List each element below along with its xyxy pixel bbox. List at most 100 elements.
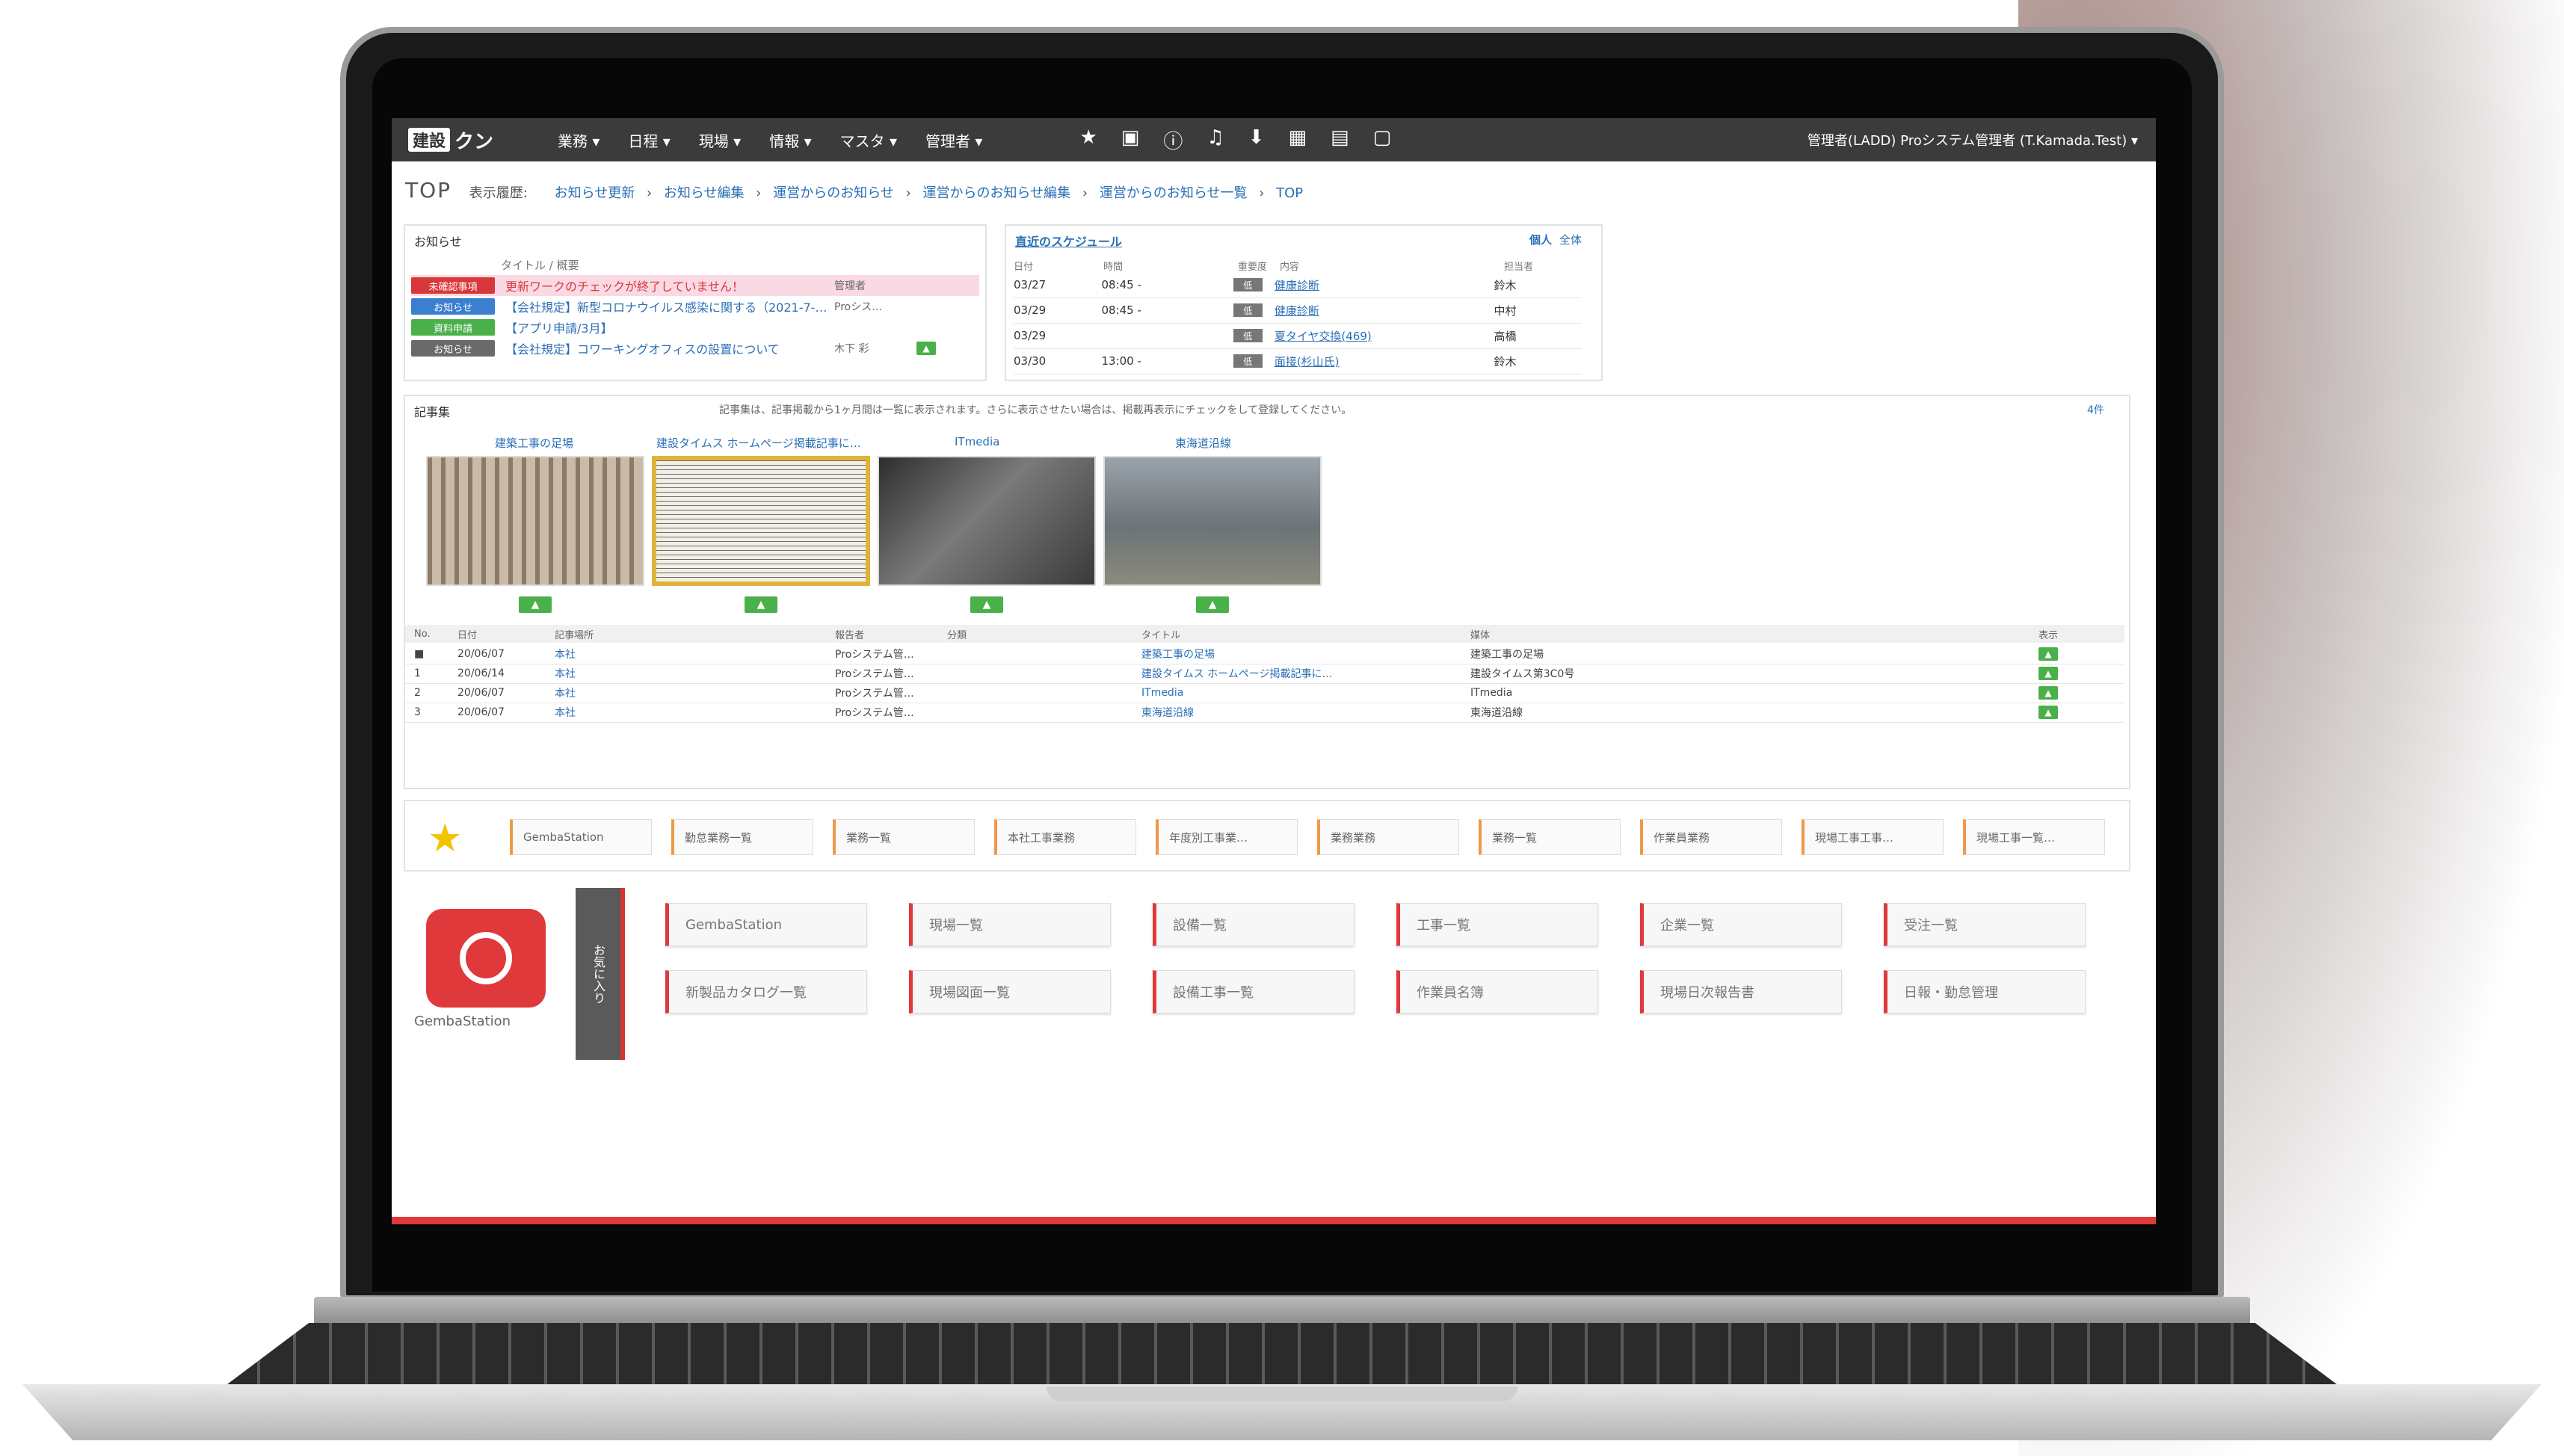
quicklink-button[interactable]: 受注一覧 — [1884, 903, 2086, 946]
article-photo-newspaper[interactable] — [652, 456, 870, 586]
article-photo-city[interactable] — [1103, 456, 1322, 586]
menu-admin[interactable]: 管理者 ▾ — [925, 129, 982, 151]
schedule-col-person: 担当者 — [1504, 262, 1534, 273]
article-row[interactable]: ■ 20/06/07 本社 Proシステム管… 建築工事の足場 建築工事の足場 … — [405, 644, 2124, 664]
favorite-item[interactable]: 勤怠業務一覧 — [671, 819, 813, 855]
upload-icon[interactable]: ▲ — [916, 342, 936, 355]
user-menu[interactable]: 管理者(LADD) Proシステム管理者 (T.Kamada.Test) ▾ — [1808, 130, 2138, 149]
thumb-title[interactable]: 建設タイムス ホームページ掲載記事に… — [656, 435, 861, 451]
notice-badge: 資料申請 — [411, 319, 495, 336]
notice-title[interactable]: 【会社規定】新型コロナウイルス感染に関する（2021-7-… — [505, 297, 834, 315]
articles-count: 4件 — [2087, 404, 2104, 416]
row-title[interactable]: 東海道沿線 — [1141, 705, 1470, 720]
notice-row[interactable]: 未確認事項 更新ワークのチェックが終了していません！ 管理者 — [411, 275, 979, 296]
thumb-title[interactable]: ITmedia — [955, 435, 999, 448]
upload-icon[interactable]: ▲ — [2038, 706, 2058, 719]
notice-title[interactable]: 【会社規定】コワーキングオフィスの設置について — [505, 339, 834, 357]
download-icon[interactable]: ⬇ — [1248, 126, 1265, 154]
schedule-content[interactable]: 面接(杉山氏) — [1275, 354, 1494, 369]
article-row[interactable]: 1 20/06/14 本社 Proシステム管… 建設タイムス ホームページ掲載記… — [405, 664, 2124, 684]
quicklink-button[interactable]: 日報・勤怠管理 — [1884, 970, 2086, 1014]
row-place[interactable]: 本社 — [555, 647, 835, 661]
notice-row[interactable]: お知らせ 【会社規定】新型コロナウイルス感染に関する（2021-7-… Proシ… — [411, 296, 979, 317]
notice-row[interactable]: お知らせ 【会社規定】コワーキングオフィスの設置について 木下 彩 ▲ — [411, 338, 979, 359]
breadcrumb-link[interactable]: 運営からのお知らせ一覧 — [1100, 185, 1248, 201]
schedule-content[interactable]: 夏タイヤ交換(469) — [1275, 328, 1494, 344]
board-icon[interactable]: ▣ — [1121, 126, 1140, 154]
gembastation-logo[interactable] — [426, 909, 546, 1008]
star-icon[interactable]: ★ — [1079, 126, 1097, 154]
article-row[interactable]: 3 20/06/07 本社 Proシステム管… 東海道沿線 東海道沿線 ▲ — [405, 703, 2124, 723]
thumb-title[interactable]: 東海道沿線 — [1175, 435, 1231, 451]
upload-icon[interactable]: ▲ — [2038, 647, 2058, 661]
bell-icon[interactable]: ♫ — [1207, 126, 1224, 154]
article-row[interactable]: 2 20/06/07 本社 Proシステム管… ITmedia ITmedia … — [405, 683, 2124, 703]
quicklink-button[interactable]: 現場一覧 — [909, 903, 1111, 946]
quicklink-button[interactable]: 新製品カタログ一覧 — [665, 970, 867, 1014]
row-title[interactable]: 建築工事の足場 — [1141, 647, 1470, 661]
notice-title[interactable]: 更新ワークのチェックが終了していません！ — [505, 277, 834, 294]
row-place[interactable]: 本社 — [555, 666, 835, 681]
notice-row[interactable]: 資料申請 【アプリ申請/3月】 — [411, 317, 979, 338]
breadcrumb-link[interactable]: TOP — [1276, 185, 1303, 201]
quicklink-button[interactable]: 現場図面一覧 — [909, 970, 1111, 1014]
page-title: TOP — [405, 178, 452, 203]
row-title[interactable]: ITmedia — [1141, 687, 1470, 699]
schedule-toggle-all[interactable]: 全体 — [1559, 232, 1582, 247]
menu-business[interactable]: 業務 ▾ — [558, 129, 600, 151]
breadcrumb-link[interactable]: 運営からのお知らせ編集 — [923, 185, 1071, 201]
document-icon[interactable]: ▤ — [1331, 126, 1349, 154]
upload-icon[interactable]: ▲ — [1196, 596, 1229, 613]
logo-text: クン — [454, 130, 494, 153]
row-place[interactable]: 本社 — [555, 705, 835, 720]
schedule-content[interactable]: 健康診断 — [1275, 277, 1494, 293]
row-title[interactable]: 建設タイムス ホームページ掲載記事に… — [1141, 666, 1470, 681]
quicklink-button[interactable]: 設備工事一覧 — [1153, 970, 1355, 1014]
calendar-icon[interactable]: ▦ — [1288, 126, 1307, 154]
upload-icon[interactable]: ▲ — [745, 596, 777, 613]
schedule-row[interactable]: 03/29 低 夏タイヤ交換(469) 高橋 — [1014, 323, 1582, 349]
row-place[interactable]: 本社 — [555, 685, 835, 700]
favorite-item[interactable]: 現場工事一覧… — [1963, 819, 2105, 855]
thumb-title[interactable]: 建築工事の足場 — [495, 435, 573, 451]
breadcrumb-link[interactable]: 運営からのお知らせ — [773, 185, 894, 201]
schedule-row[interactable]: 03/29 08:45 - 低 健康診断 中村 — [1014, 297, 1582, 324]
schedule-content[interactable]: 健康診断 — [1275, 303, 1494, 318]
upload-icon[interactable]: ▲ — [970, 596, 1003, 613]
favorite-item[interactable]: 本社工事業務 — [994, 819, 1136, 855]
article-photo-scaffold[interactable] — [426, 456, 644, 586]
schedule-row[interactable]: 03/27 08:45 - 低 健康診断 鈴木 — [1014, 272, 1582, 298]
notice-title[interactable]: 【アプリ申請/3月】 — [505, 318, 834, 336]
favorite-item[interactable]: 作業員業務 — [1640, 819, 1782, 855]
upload-icon[interactable]: ▲ — [519, 596, 552, 613]
menu-info[interactable]: 情報 ▾ — [769, 129, 811, 151]
schedule-title[interactable]: 直近のスケジュール — [1006, 226, 1601, 256]
quicklink-button[interactable]: 企業一覧 — [1640, 903, 1842, 946]
favorite-item[interactable]: 年度別工事業… — [1156, 819, 1298, 855]
breadcrumb-link[interactable]: お知らせ編集 — [664, 185, 745, 201]
favorite-item[interactable]: 業務一覧 — [1479, 819, 1621, 855]
schedule-header: 日付 時間 重要度 内容 担当者 — [1014, 259, 1582, 273]
schedule-row[interactable]: 03/30 13:00 - 低 面接(杉山氏) 鈴木 — [1014, 348, 1582, 374]
info-icon[interactable]: ⓘ — [1163, 126, 1183, 154]
window-icon[interactable]: ▢ — [1373, 126, 1392, 154]
quicklink-button[interactable]: 作業員名簿 — [1396, 970, 1598, 1014]
upload-icon[interactable]: ▲ — [2038, 667, 2058, 680]
menu-site[interactable]: 現場 ▾ — [699, 129, 741, 151]
menu-schedule[interactable]: 日程 ▾ — [628, 129, 670, 151]
upload-icon[interactable]: ▲ — [2038, 686, 2058, 700]
quicklink-button[interactable]: 現場日次報告書 — [1640, 970, 1842, 1014]
favorite-item[interactable]: GembaStation — [510, 819, 652, 855]
quicklink-button[interactable]: GembaStation — [665, 903, 867, 946]
quicklink-button[interactable]: 設備一覧 — [1153, 903, 1355, 946]
favorite-item[interactable]: 業務業務 — [1317, 819, 1459, 855]
menu-master[interactable]: マスタ ▾ — [840, 129, 897, 151]
schedule-toggle-personal[interactable]: 個人 — [1529, 232, 1552, 247]
favorite-item[interactable]: 現場工事工事… — [1802, 819, 1944, 855]
article-photo-office[interactable] — [878, 456, 1096, 586]
app-logo[interactable]: 建設 クン — [408, 126, 513, 153]
col-date: 日付 — [457, 629, 478, 641]
breadcrumb-link[interactable]: お知らせ更新 — [555, 185, 635, 201]
quicklink-button[interactable]: 工事一覧 — [1396, 903, 1598, 946]
favorite-item[interactable]: 業務一覧 — [833, 819, 975, 855]
